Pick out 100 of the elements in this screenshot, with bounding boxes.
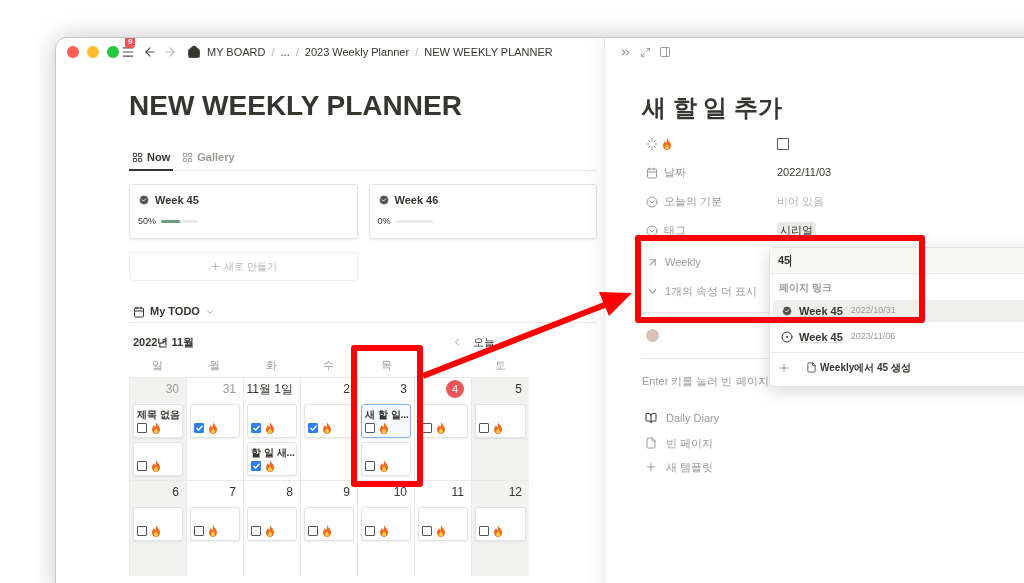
task-card[interactable] [361,442,411,476]
fire-icon [208,525,218,537]
checkbox[interactable] [308,526,318,536]
close-window-button[interactable] [67,46,79,58]
task-card[interactable]: 새 할 일... [361,404,411,438]
fire-icon [493,525,503,537]
checkbox[interactable] [251,423,261,433]
page-option[interactable]: Week 45 2023/11/06 [773,326,1024,348]
task-card[interactable] [475,404,526,438]
fire-icon [662,137,672,150]
calendar-icon [646,166,658,179]
task-card[interactable] [133,442,183,476]
breadcrumb-separator: / [271,44,275,60]
forward-arrow-icon[interactable] [163,45,177,59]
fire-icon [379,422,389,434]
checkbox[interactable] [308,423,318,433]
day-number: 12 [508,484,522,501]
arrow-up-right-icon [646,256,659,269]
checkbox[interactable] [194,423,204,433]
day-number: 5 [515,381,522,398]
checkbox[interactable] [251,526,261,536]
dropdown-circle-icon [646,224,658,237]
expand-icon[interactable] [640,46,651,58]
weekday-label: 일 [151,358,165,373]
back-arrow-icon[interactable] [143,45,157,59]
checkbox[interactable] [777,137,789,150]
checkbox[interactable] [137,461,147,471]
fire-icon [436,422,446,434]
plus-icon [645,461,657,474]
task-card[interactable] [190,507,240,541]
task-card[interactable] [361,507,411,541]
checkbox[interactable] [194,526,204,536]
fire-icon [151,460,161,472]
file-icon [806,362,817,373]
task-card[interactable] [475,507,526,541]
notification-badge: 9 [125,38,136,48]
task-card[interactable] [133,507,183,541]
fire-icon [436,525,446,537]
day-number: 6 [172,484,179,501]
check-badge-icon [781,305,793,317]
weekday-label: 목 [379,358,393,373]
checkbox[interactable] [479,526,489,536]
fire-icon [322,422,332,434]
day-number: 31 [222,381,236,398]
checkbox[interactable] [137,526,147,536]
day-number: 7 [229,484,236,501]
checkbox[interactable] [365,526,375,536]
week-card[interactable]: Week 46 0% [368,184,597,239]
weekday-label: 토 [493,358,507,373]
breadcrumb-separator: / [295,44,299,60]
checkbox[interactable] [365,461,375,471]
create-option[interactable]: Weekly에서 45 생성 [820,360,911,375]
task-card[interactable]: 제목 없음 [133,404,183,438]
property-value[interactable]: 2022/11/03 [777,164,832,181]
fire-icon [208,422,218,434]
task-card[interactable] [418,507,468,541]
weekday-label: 수 [322,358,336,373]
progress-reading: 50% [138,214,156,228]
checkbox[interactable] [137,423,147,433]
breadcrumb-link[interactable]: 2023 Weekly Planner [304,43,410,61]
day-number: 9 [343,484,350,501]
checkbox[interactable] [365,423,375,433]
week-card[interactable]: Week 45 50% [129,184,358,239]
progress-reading: 0% [377,214,391,228]
calendar-icon [133,305,145,318]
task-title: 제목 없음 [137,408,180,422]
view-tab[interactable]: Now [129,145,174,171]
zoom-window-button[interactable] [107,46,119,58]
day-number: 4 [446,380,464,398]
weekday-label: 월 [208,358,222,373]
fire-icon [151,525,161,537]
task-card[interactable] [247,507,297,541]
task-card[interactable] [247,404,297,438]
search-field[interactable]: 45 [770,248,1024,274]
task-card[interactable] [304,507,354,541]
menu-icon[interactable] [121,45,135,59]
checkbox[interactable] [422,526,432,536]
task-card[interactable]: 할 일 새... [247,442,297,476]
today-button[interactable]: 오늘 [473,333,495,351]
side-panel-icon[interactable] [659,46,671,58]
checkbox[interactable] [422,423,432,433]
empty-page-hint: Enter 키를 눌러 빈 페이지 [642,374,769,390]
view-name[interactable]: My TODO [150,303,200,320]
task-title: 새 할 일... [365,408,409,422]
dropdown-circle-icon [646,195,658,208]
fire-icon [379,525,389,537]
task-card[interactable] [304,404,354,438]
task-card[interactable] [190,404,240,438]
breadcrumb-link[interactable]: NEW WEEKLY PLANNER [424,43,553,61]
grid-icon [182,151,194,163]
check-badge-icon [138,194,150,207]
user-avatar [646,329,659,342]
checkbox[interactable] [251,461,261,471]
grid-icon [132,151,143,163]
breadcrumb-link[interactable]: ... [280,43,290,61]
fire-icon [493,422,503,434]
breadcrumb-link[interactable]: MY BOARD [207,43,266,61]
checkbox[interactable] [479,423,489,433]
plus-icon [778,361,790,374]
month-label: 2022년 11월 [133,334,195,350]
